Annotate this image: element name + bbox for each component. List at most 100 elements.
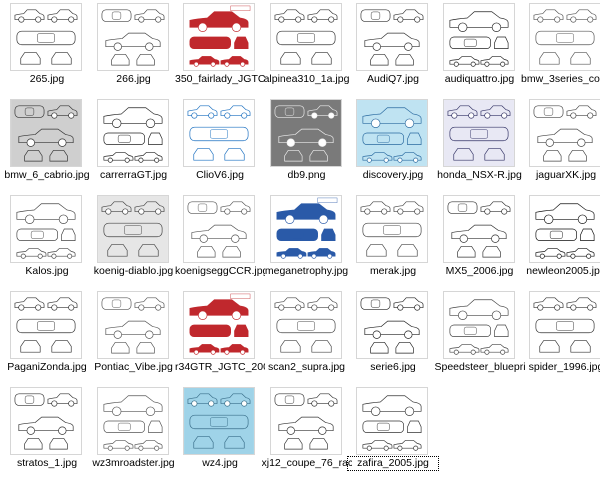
file-name-label[interactable]: 350_fairlady_JGTC.jpg: [175, 73, 265, 86]
file-name-label[interactable]: bmw_6_cabrio.jpg: [2, 169, 92, 182]
car-blueprint-thumbnail[interactable]: [269, 291, 342, 359]
file-name-label[interactable]: discovery.jpg: [348, 169, 438, 182]
car-blueprint-thumbnail[interactable]: [356, 291, 428, 359]
file-item[interactable]: db9.png: [264, 99, 350, 195]
thumbnail-image: [357, 4, 427, 70]
file-item[interactable]: wz3mroadster.jpg: [91, 387, 177, 483]
file-name-label[interactable]: koenig-diablo.jpg: [89, 265, 179, 278]
file-name-label[interactable]: wz3mroadster.jpg: [89, 457, 179, 470]
car-blueprint-thumbnail[interactable]: [10, 3, 82, 71]
car-blueprint-thumbnail[interactable]: [269, 3, 342, 71]
file-item[interactable]: audiquattro.jpg: [437, 3, 523, 99]
file-item[interactable]: meganetrophy.jpg: [264, 195, 350, 291]
car-blueprint-thumbnail[interactable]: [442, 195, 515, 263]
file-item[interactable]: stratos_1.jpg: [4, 387, 90, 483]
car-blueprint-thumbnail[interactable]: [96, 99, 169, 167]
car-blueprint-thumbnail[interactable]: [356, 387, 428, 455]
car-blueprint-thumbnail[interactable]: [442, 291, 515, 359]
file-name-label[interactable]: ClioV6.jpg: [175, 169, 265, 182]
file-item[interactable]: r34GTR_JGTC_2003.jpg: [175, 291, 265, 387]
file-item[interactable]: 266.jpg: [91, 3, 177, 99]
file-item[interactable]: jaguarXK.jpg: [523, 99, 600, 195]
file-item[interactable]: ClioV6.jpg: [177, 99, 263, 195]
file-item[interactable]: bmw_3series_coupe.gif: [521, 3, 600, 99]
file-name-label[interactable]: newleon2005.jpg: [521, 265, 600, 278]
file-item[interactable]: newleon2005.jpg: [523, 195, 600, 291]
file-name-label[interactable]: merak.jpg: [348, 265, 438, 278]
car-blueprint-thumbnail[interactable]: [183, 195, 255, 263]
file-name-label[interactable]: jaguarXK.jpg: [521, 169, 600, 182]
file-name-label[interactable]: db9.png: [262, 169, 352, 182]
file-name-label[interactable]: Pontiac_Vibe.jpg: [89, 361, 179, 374]
file-item[interactable]: koenigseggCCR.jpg: [175, 195, 265, 291]
race-car-livery-thumbnail[interactable]: [183, 291, 255, 359]
file-item[interactable]: MX5_2006.jpg: [437, 195, 523, 291]
file-item[interactable]: Speedsteer_blueprint....: [435, 291, 525, 387]
race-car-livery-thumbnail[interactable]: [183, 3, 255, 71]
file-name-label[interactable]: AudiQ7.jpg: [348, 73, 438, 86]
file-name-label[interactable]: honda_NSX-R.jpg: [435, 169, 525, 182]
file-item[interactable]: honda_NSX-R.jpg: [437, 99, 523, 195]
file-item[interactable]: scan2_supra.jpg: [264, 291, 350, 387]
file-name-label[interactable]: bmw_3series_coupe.gif: [521, 73, 600, 86]
car-blueprint-thumbnail[interactable]: [96, 3, 169, 71]
file-item[interactable]: 350_fairlady_JGTC.jpg: [175, 3, 265, 99]
file-name-label[interactable]: scan2_supra.jpg: [262, 361, 352, 374]
car-blueprint-thumbnail[interactable]: [529, 99, 600, 167]
car-blueprint-thumbnail[interactable]: [356, 3, 428, 71]
car-blueprint-thumbnail[interactable]: [269, 387, 342, 455]
car-blueprint-thumbnail[interactable]: [10, 387, 82, 455]
file-item[interactable]: Pontiac_Vibe.jpg: [91, 291, 177, 387]
file-name-label[interactable]: Kalos.jpg: [2, 265, 92, 278]
car-blueprint-thumbnail[interactable]: [183, 99, 255, 167]
file-item[interactable]: 265.jpg: [4, 3, 90, 99]
file-item[interactable]: zafira_2005.jpg: [347, 387, 439, 483]
car-blueprint-thumbnail[interactable]: [442, 99, 515, 167]
file-name-label[interactable]: alpinea310_1a.jpg: [262, 73, 352, 86]
car-blueprint-thumbnail[interactable]: [183, 387, 255, 455]
file-item[interactable]: xj12_coupe_76_racer....: [262, 387, 352, 483]
file-item[interactable]: AudiQ7.jpg: [350, 3, 436, 99]
file-item[interactable]: spider_1996.jpg: [523, 291, 600, 387]
file-name-label[interactable]: 266.jpg: [89, 73, 179, 86]
file-name-label[interactable]: wz4.jpg: [175, 457, 265, 470]
car-blueprint-thumbnail[interactable]: [529, 195, 600, 263]
file-name-label[interactable]: xj12_coupe_76_racer....: [262, 457, 352, 470]
file-item[interactable]: carrerraGT.jpg: [91, 99, 177, 195]
car-blueprint-thumbnail[interactable]: [10, 99, 82, 167]
file-name-label[interactable]: serie6.jpg: [348, 361, 438, 374]
file-item[interactable]: bmw_6_cabrio.jpg: [4, 99, 90, 195]
car-blueprint-thumbnail[interactable]: [96, 387, 169, 455]
file-name-label[interactable]: carrerraGT.jpg: [89, 169, 179, 182]
file-name-label[interactable]: zafira_2005.jpg: [347, 456, 439, 471]
car-blueprint-thumbnail[interactable]: [442, 3, 515, 71]
file-name-label[interactable]: r34GTR_JGTC_2003.jpg: [175, 361, 265, 374]
file-name-label[interactable]: meganetrophy.jpg: [262, 265, 352, 278]
car-blueprint-thumbnail[interactable]: [529, 291, 600, 359]
file-name-label[interactable]: audiquattro.jpg: [435, 73, 525, 86]
file-item[interactable]: koenig-diablo.jpg: [91, 195, 177, 291]
file-item[interactable]: merak.jpg: [350, 195, 436, 291]
file-name-label[interactable]: Speedsteer_blueprint....: [435, 361, 525, 374]
car-blueprint-thumbnail[interactable]: [529, 3, 600, 71]
file-item[interactable]: Kalos.jpg: [4, 195, 90, 291]
file-item[interactable]: alpinea310_1a.jpg: [264, 3, 350, 99]
car-blueprint-thumbnail[interactable]: [10, 291, 82, 359]
race-car-livery-thumbnail[interactable]: [269, 195, 342, 263]
file-name-label[interactable]: MX5_2006.jpg: [435, 265, 525, 278]
file-name-label[interactable]: stratos_1.jpg: [2, 457, 92, 470]
file-item[interactable]: discovery.jpg: [350, 99, 436, 195]
file-name-label[interactable]: 265.jpg: [2, 73, 92, 86]
car-blueprint-thumbnail[interactable]: [356, 99, 428, 167]
car-blueprint-thumbnail[interactable]: [269, 99, 342, 167]
file-name-label[interactable]: koenigseggCCR.jpg: [175, 265, 265, 278]
file-item[interactable]: serie6.jpg: [350, 291, 436, 387]
file-item[interactable]: PaganiZonda.jpg: [4, 291, 90, 387]
car-blueprint-thumbnail[interactable]: [96, 291, 169, 359]
file-name-label[interactable]: PaganiZonda.jpg: [2, 361, 92, 374]
file-name-label[interactable]: spider_1996.jpg: [521, 361, 600, 374]
file-item[interactable]: wz4.jpg: [177, 387, 263, 483]
car-blueprint-thumbnail[interactable]: [96, 195, 169, 263]
car-blueprint-thumbnail[interactable]: [10, 195, 82, 263]
car-blueprint-thumbnail[interactable]: [356, 195, 428, 263]
